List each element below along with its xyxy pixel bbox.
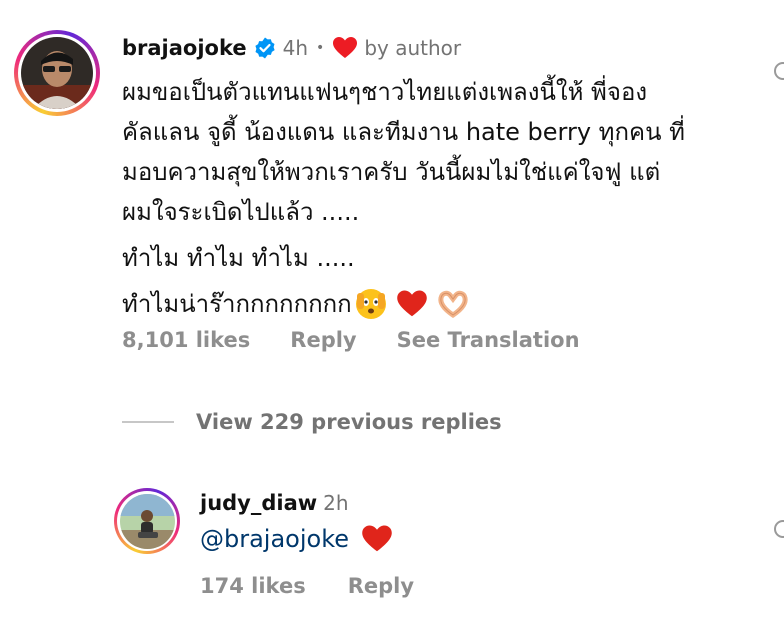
avatar-image [119,493,175,549]
comment-line: ทำไม ทำไม ทำไม ..... [122,244,355,272]
username[interactable]: brajaojoke [122,36,247,60]
comment-actions: 8,101 likes Reply See Translation [122,328,580,352]
comment-text: ผมขอเป็นตัวแทนแฟนๆชาวไทยแต่งเพลงนี้ให้ พ… [122,72,742,324]
separator-dot: • [316,40,325,56]
comment-header: brajaojoke 4h • by author [122,33,461,63]
view-previous-replies[interactable]: View 229 previous replies [122,408,502,436]
avatar-photo-icon [21,37,93,109]
username[interactable]: judy_diaw [200,491,317,515]
comment-judy-diaw: judy_diaw 2h @brajaojoke 174 likes Reply [0,470,784,640]
avatar[interactable] [114,488,180,554]
comment-line: คัลแลน จูดี้ น้องแดน และทีมงาน hate berr… [122,118,685,146]
comment-actions: 174 likes Reply [200,574,414,598]
heart-hands-emoji-icon [436,289,470,319]
comment-line: ผมขอเป็นตัวแทนแฟนๆชาวไทยแต่งเพลงนี้ให้ พ… [122,78,648,106]
timestamp: 4h [282,36,309,60]
timestamp: 2h [323,491,349,515]
comment-text: @brajaojoke [200,524,393,554]
comment-header: judy_diaw 2h [200,488,349,518]
avatar-image [21,37,93,109]
author-heart-icon [332,36,358,60]
avatar[interactable] [14,30,100,116]
reply-button[interactable]: Reply [348,574,414,598]
reply-button[interactable]: Reply [290,328,356,352]
like-heart-icon[interactable] [774,520,784,538]
like-heart-icon[interactable] [774,62,784,80]
by-author-label: by author [364,36,462,60]
peeking-face-emoji-icon [354,287,388,321]
red-heart-emoji-icon [396,289,428,319]
comment-line: มอบความสุขให้พวกเราครับ วันนี้ผมไม่ใช่แค… [122,158,661,186]
verified-badge-icon [253,36,277,60]
comment-line-with-emoji: ทำไมน่าร๊ากกกกกกกก [122,284,742,324]
comment-brajaojoke: brajaojoke 4h • by author ผมขอเป็นตัวแทน… [0,0,784,380]
comment-line: ผมใจระเบิดไปแล้ว ..... [122,198,360,226]
likes-count[interactable]: 174 likes [200,574,306,598]
likes-count[interactable]: 8,101 likes [122,328,250,352]
view-replies-label[interactable]: View 229 previous replies [196,410,502,434]
mention-link[interactable]: @brajaojoke [200,525,349,553]
divider-line [122,421,174,423]
comment-line: ทำไมน่าร๊ากกกกกกกก [122,290,352,318]
red-heart-emoji-icon [361,524,393,554]
see-translation-button[interactable]: See Translation [397,328,580,352]
avatar-photo-icon [119,493,175,549]
